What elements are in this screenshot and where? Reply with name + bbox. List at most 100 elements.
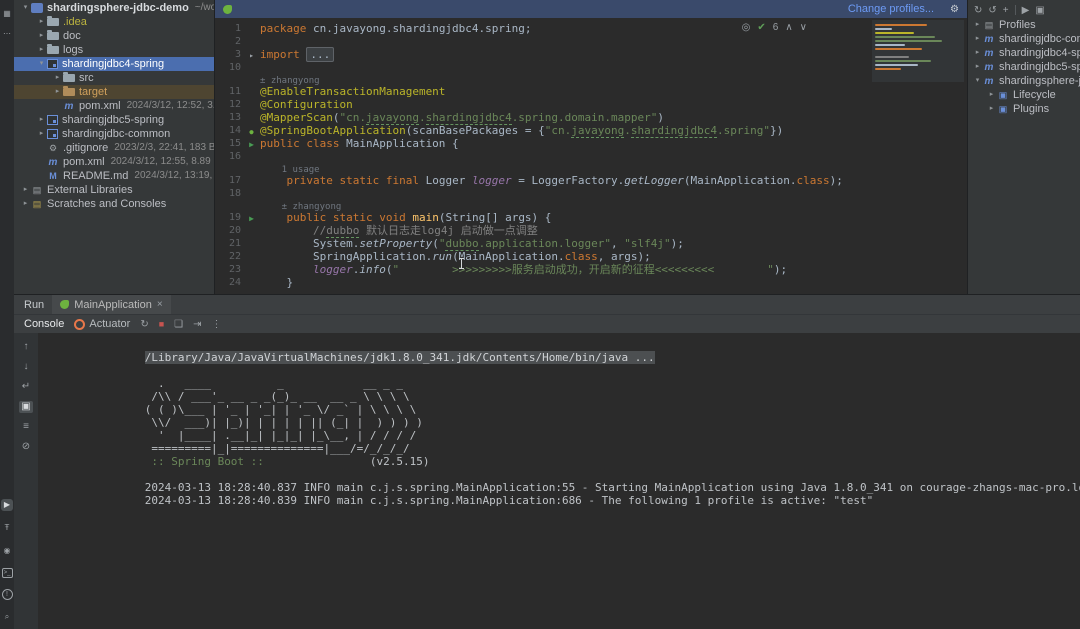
tab-actuator[interactable]: Actuator [74,318,130,330]
next-problem-icon[interactable]: ∨ [800,22,807,33]
tab-console[interactable]: Console [24,318,64,330]
console-output[interactable]: /Library/Java/JavaVirtualMachines/jdk1.8… [38,333,1080,629]
chevron-icon[interactable]: ▸ [36,15,47,29]
stop-icon[interactable]: ■ [159,319,164,329]
up-icon[interactable]: ↑ [19,341,33,353]
maven-add-icon[interactable]: + [1003,5,1009,16]
code-line[interactable]: ± zhangyong [215,200,967,211]
inspection-widget[interactable]: ◎ ✔ 6 ∧ ∨ [742,22,807,33]
editor[interactable]: Change profiles... ⚙ ◎ ✔ 6 ∧ ∨ 1 [215,0,968,294]
chevron-icon[interactable]: ▸ [986,102,997,116]
chevron-icon[interactable]: ▸ [52,71,63,85]
chevron-icon[interactable]: ▸ [972,60,983,74]
soft-wrap-icon[interactable]: ↵ [19,381,33,393]
scroll-to-end-icon[interactable]: ▣ [19,401,33,413]
chevron-icon[interactable]: ▾ [20,1,31,15]
tree-item[interactable]: ▾ shardingjdbc4-spring [14,57,214,71]
tree-item[interactable]: ▸ shardingjdbc5-spring [14,113,214,127]
rerun-icon[interactable]: ↻ [140,319,148,330]
code-line[interactable]: ± zhangyong [215,74,967,85]
tree-item[interactable]: ▸ shardingjdbc-common [14,127,214,141]
project-tool-icon[interactable]: ▦ [1,8,13,20]
tree-item[interactable]: .gitignore 2023/2/3, 22:41, 183 B 2024/1… [14,141,214,155]
maven-run-icon[interactable]: ▶ [1022,5,1030,16]
code-line[interactable]: 3 ▸ import ... [215,48,967,61]
scroll-icon[interactable]: ⇥ [193,319,201,330]
search-tool-icon[interactable]: ⌕ [1,611,13,623]
endpoints-tool-icon[interactable]: Ŧ [1,522,13,534]
maven-sync-icon[interactable]: ↻ [974,5,982,16]
maven-hide-icon[interactable]: ▣ [1035,5,1044,16]
gutter-icon[interactable]: ▶ [249,140,254,149]
chevron-icon[interactable]: ▾ [36,57,47,71]
chevron-icon[interactable]: ▸ [972,18,983,32]
gutter-icon[interactable]: ● [249,128,253,136]
chevron-icon[interactable]: ▸ [52,85,63,99]
tree-item[interactable]: README.md 2024/3/12, 13:19, 7.43 kB Yest… [14,169,214,183]
chevron-icon[interactable]: ▸ [972,32,983,46]
maven-item[interactable]: ▸ shardingjdbc5-spring [968,60,1080,74]
tree-item[interactable]: ▸ logs [14,43,214,57]
change-profiles-link[interactable]: Change profiles... [848,3,934,15]
chevron-icon[interactable]: ▸ [36,127,47,141]
code-line[interactable]: 11 @EnableTransactionManagement [215,85,967,98]
services-tool-icon[interactable]: ◉ [1,545,13,557]
maven-item[interactable]: ▸ shardingjdbc4-spring [968,46,1080,60]
maven-item[interactable]: ▸ Plugins [968,102,1080,116]
chevron-icon[interactable]: ▸ [36,113,47,127]
code-line[interactable]: 21 System.setProperty("dubbo.application… [215,237,967,250]
chevron-icon[interactable]: ▸ [20,197,31,211]
code-line[interactable]: 18 [215,187,967,200]
maven-reload-icon[interactable]: ↺ [988,5,996,16]
code-line[interactable]: 12 @Configuration [215,98,967,111]
down-icon[interactable]: ↓ [19,361,33,373]
terminal-tool-icon[interactable]: >_ [2,568,13,578]
chevron-icon[interactable]: ▾ [972,74,983,88]
code-line[interactable]: 16 [215,150,967,163]
print-icon[interactable]: ≡ [19,421,33,433]
code-line[interactable]: 1 usage [215,163,967,174]
maven-item[interactable]: ▸ Lifecycle [968,88,1080,102]
close-icon[interactable]: × [157,299,163,310]
clear-icon[interactable]: ⊘ [19,441,33,453]
gutter-icon[interactable]: ▶ [249,214,254,223]
code-line[interactable]: 10 [215,61,967,74]
export-icon[interactable]: ❏ [174,319,183,330]
tree-item[interactable]: ▾ shardingsphere-jdbc-demo ~/workspace/j… [14,1,214,15]
minimap[interactable] [872,20,964,82]
code-line[interactable]: 20 //dubbo 默认日志走log4j 启动做一点调整 [215,224,967,237]
tree-item[interactable]: pom.xml 2024/3/12, 12:55, 8.89 kB Yester… [14,155,214,169]
chevron-icon[interactable]: ▸ [36,43,47,57]
code-area[interactable]: 1 package cn.javayong.shardingjdbc4.spri… [215,18,967,294]
kebab-menu-icon[interactable]: ⋮ [212,319,222,330]
gear-icon[interactable]: ⚙ [950,4,959,15]
code-line[interactable]: 14 ● @SpringBootApplication(scanBasePack… [215,124,967,137]
tree-item[interactable]: ▸ doc [14,29,214,43]
tree-item[interactable]: ▸ src [14,71,214,85]
code-line[interactable]: 1 package cn.javayong.shardingjdbc4.spri… [215,22,967,35]
tree-item[interactable]: ▸ .idea [14,15,214,29]
code-line[interactable]: 13 @MapperScan("cn.javayong.shardingjdbc… [215,111,967,124]
maven-item[interactable]: ▸ shardingjdbc-common [968,32,1080,46]
tree-item[interactable]: ▸ External Libraries [14,183,214,197]
tree-item[interactable]: ▸ target [14,85,214,99]
chevron-icon[interactable]: ▸ [986,88,997,102]
chevron-icon[interactable]: ▸ [972,46,983,60]
code-line[interactable]: 22 SpringApplication.run(MainApplication… [215,250,967,263]
more-tools-icon[interactable]: ⋯ [1,28,13,40]
problems-tool-icon[interactable]: ! [2,589,13,600]
prev-problem-icon[interactable]: ∧ [785,22,792,33]
maven-item[interactable]: ▾ shardingsphere-jdbc-demo [968,74,1080,88]
run-tab-mainapplication[interactable]: MainApplication × [52,295,171,314]
code-line[interactable]: 15 ▶ public class MainApplication { [215,137,967,150]
code-line[interactable]: 24 } [215,276,967,289]
chevron-icon[interactable]: ▸ [20,183,31,197]
gutter-icon[interactable]: ▸ [249,51,254,60]
chevron-icon[interactable]: ▸ [36,29,47,43]
reader-mode-icon[interactable]: ◎ [742,22,751,33]
code-line[interactable]: 19 ▶ public static void main(String[] ar… [215,211,967,224]
code-line[interactable]: 23 logger.info(" >>>>>>>>>服务启动成功，开启新的征程<… [215,263,967,276]
maven-item[interactable]: ▸ Profiles [968,18,1080,32]
run-tool-icon[interactable]: ▶ [1,499,13,511]
tree-item[interactable]: pom.xml 2024/3/12, 12:52, 3.31 kB Yester… [14,99,214,113]
